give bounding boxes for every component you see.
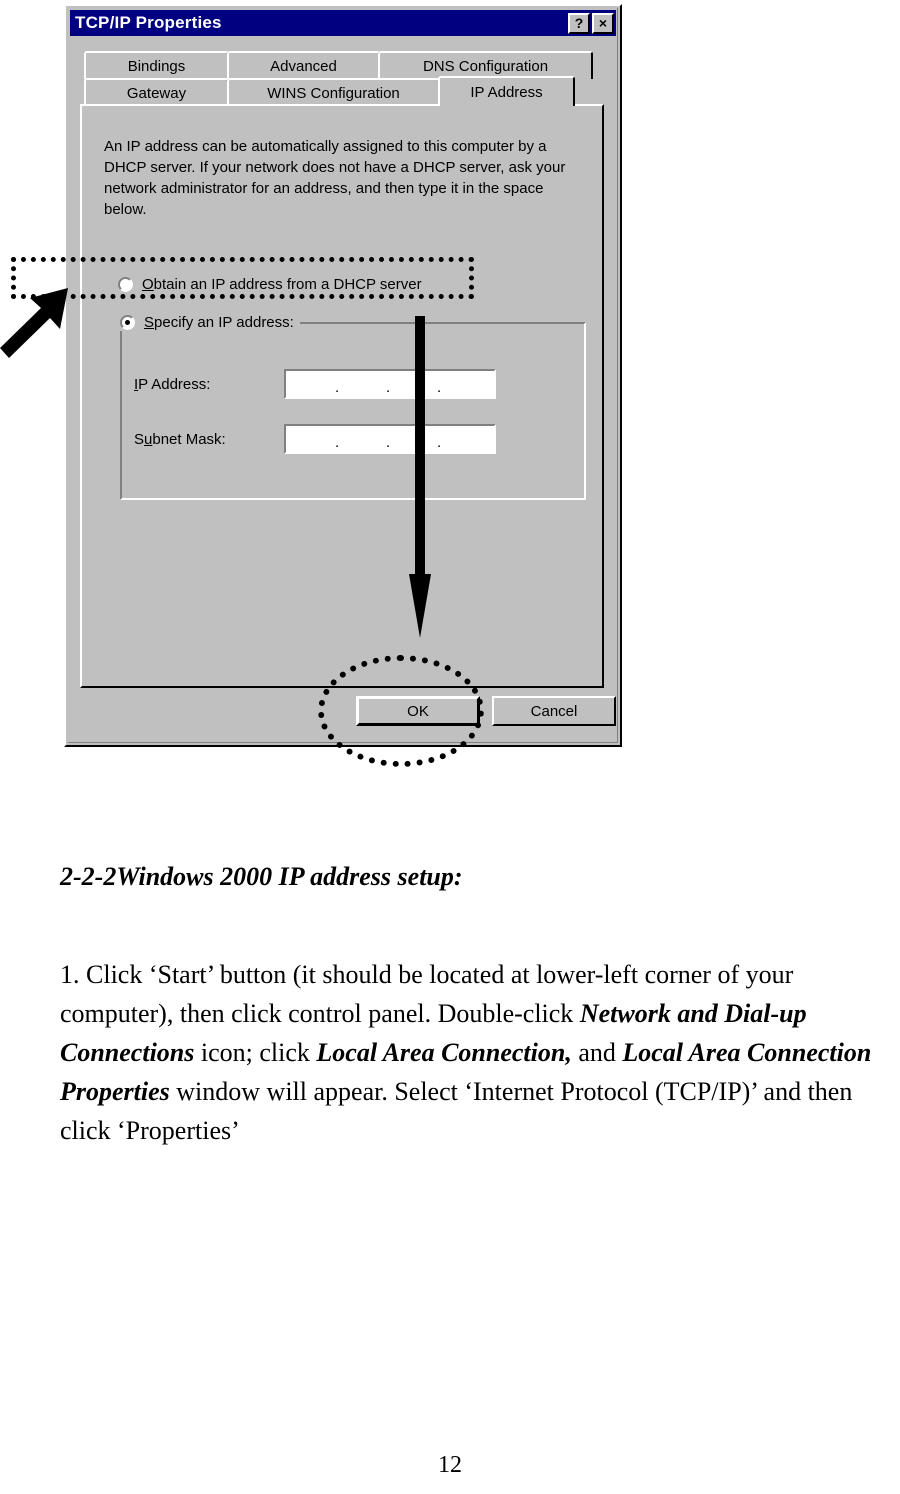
- radio-specify-ip-address-label: Specify an IP address:: [144, 313, 294, 331]
- mask-separator-3: .: [437, 434, 442, 451]
- radio-button-icon-specify[interactable]: [120, 314, 135, 330]
- dialog-title: TCP/IP Properties: [75, 13, 222, 32]
- specify-ip-groupbox: [120, 322, 586, 500]
- radio-specify-ip-address[interactable]: Specify an IP address:: [116, 313, 300, 331]
- tab-wins-configuration-label: WINS Configuration: [267, 84, 400, 102]
- ip-address-label: IP Address:: [134, 375, 211, 393]
- section-heading: 2-2-2Windows 2000 IP address setup:: [60, 862, 463, 891]
- emphasis-local-area-connection: Local Area Connection,: [316, 1038, 572, 1067]
- tab-dns-configuration[interactable]: DNS Configuration: [378, 51, 593, 79]
- ok-button-highlight-ellipse: [318, 655, 484, 767]
- ip-separator-3: .: [437, 379, 442, 396]
- paragraph-part-2: icon; click: [194, 1038, 317, 1067]
- tab-ip-address-label: IP Address: [470, 83, 543, 101]
- cancel-button[interactable]: Cancel: [492, 696, 616, 726]
- subnet-mask-input[interactable]: . . .: [284, 424, 496, 454]
- tab-dns-configuration-label: DNS Configuration: [422, 57, 549, 75]
- tab-advanced[interactable]: Advanced: [227, 51, 380, 79]
- subnet-mask-label: Subnet Mask:: [134, 430, 226, 448]
- mask-separator-2: .: [386, 434, 391, 451]
- ip-address-description: An IP address can be automatically assig…: [104, 138, 566, 218]
- flow-arrow-down-icon: [409, 316, 431, 638]
- ip-separator-1: .: [335, 379, 340, 396]
- page-number: 12: [438, 1452, 462, 1478]
- tab-gateway-label: Gateway: [126, 84, 187, 102]
- ip-address-tab-page: An IP address can be automatically assig…: [80, 104, 604, 688]
- subnet-mask-row: Subnet Mask: . . .: [134, 424, 496, 454]
- dialog-titlebar[interactable]: TCP/IP Properties ? ×: [70, 10, 616, 36]
- tcpip-properties-dialog: TCP/IP Properties ? × Bindings Advanced …: [64, 4, 622, 747]
- dhcp-option-highlight-rectangle: [11, 257, 474, 299]
- ip-address-input[interactable]: . . .: [284, 369, 496, 399]
- tab-gateway[interactable]: Gateway: [84, 78, 229, 106]
- paragraph-part-3: and: [571, 1038, 623, 1067]
- tab-row-bottom: Gateway WINS Configuration IP Address: [84, 76, 575, 106]
- paragraph-part-4: window will appear. Select ‘Internet Pro…: [60, 1077, 853, 1145]
- mask-separator-1: .: [335, 434, 340, 451]
- instruction-paragraph: 1. Click ‘Start’ button (it should be lo…: [60, 955, 900, 1150]
- tab-bindings-label: Bindings: [127, 57, 186, 75]
- help-icon[interactable]: ?: [568, 12, 590, 34]
- tab-bindings[interactable]: Bindings: [84, 51, 229, 79]
- close-icon[interactable]: ×: [592, 12, 614, 34]
- cancel-button-label: Cancel: [530, 702, 578, 720]
- ip-address-row: IP Address: . . .: [134, 369, 496, 399]
- tab-wins-configuration[interactable]: WINS Configuration: [227, 78, 440, 106]
- tab-row-top: Bindings Advanced DNS Configuration: [84, 51, 593, 79]
- tab-advanced-label: Advanced: [270, 57, 337, 75]
- tab-ip-address[interactable]: IP Address: [438, 76, 575, 106]
- ip-separator-2: .: [386, 379, 391, 396]
